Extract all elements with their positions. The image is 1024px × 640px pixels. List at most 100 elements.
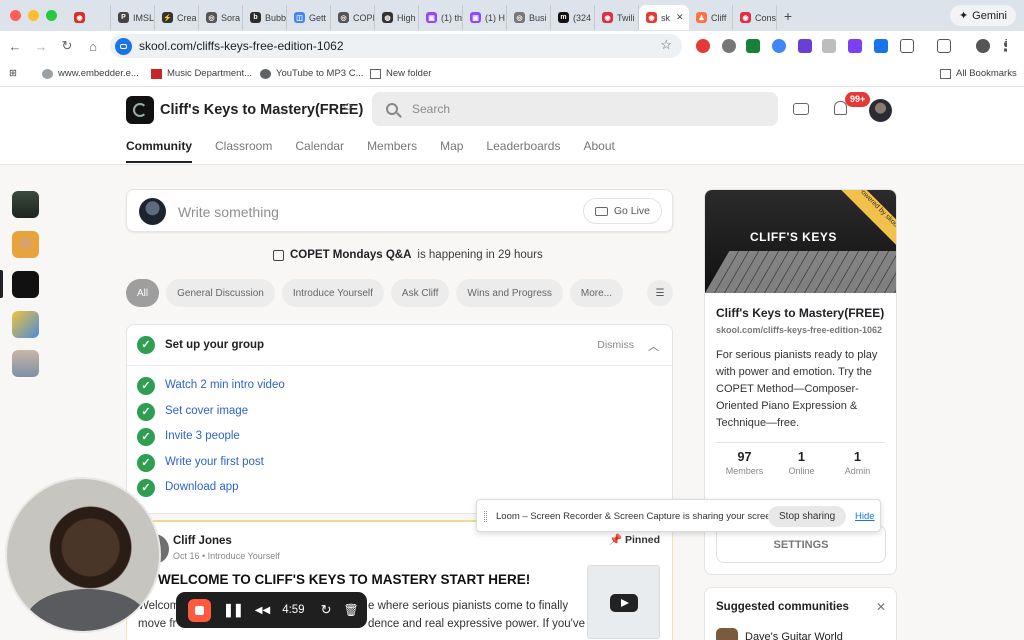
community-avatar[interactable] xyxy=(12,350,39,377)
extension-icon[interactable] xyxy=(722,39,736,53)
trash-icon[interactable]: 🗑 xyxy=(343,603,358,617)
filter-introduce-yourself[interactable]: Introduce Yourself xyxy=(281,279,384,307)
site-info-icon[interactable] xyxy=(115,37,132,55)
filter-all[interactable]: All xyxy=(126,279,160,307)
composer-placeholder[interactable]: Write something xyxy=(178,204,279,220)
bookmark-item[interactable]: Music Department... xyxy=(151,68,252,79)
task-set-cover-image[interactable]: Set cover image xyxy=(165,405,248,417)
browser-tab[interactable]: ◎ Busi xyxy=(507,5,551,30)
rewind-icon[interactable]: ◀◀ xyxy=(255,605,270,616)
task-write-first-post[interactable]: Write your first post xyxy=(165,456,264,468)
gemini-button[interactable]: ✦ Gemini xyxy=(949,5,1016,26)
browser-tab[interactable]: ◎ Sora xyxy=(199,5,243,30)
post-author[interactable]: Cliff Jones xyxy=(173,535,232,547)
browser-tab[interactable]: ♟ Cliff xyxy=(689,5,733,30)
browser-tab[interactable]: ⚡ Crea xyxy=(155,5,199,30)
extension-icon[interactable] xyxy=(798,39,812,53)
browser-tab[interactable]: ◉ Cons xyxy=(733,5,777,30)
stat-admin[interactable]: 1 Admin xyxy=(830,450,885,476)
url-text[interactable]: skool.com/cliffs-keys-free-edition-1062 xyxy=(139,39,344,53)
reload-icon[interactable]: ↻ xyxy=(56,38,78,54)
side-panel-icon[interactable] xyxy=(937,39,951,53)
event-name[interactable]: COPET Mondays Q&A xyxy=(290,249,411,261)
tab-calendar[interactable]: Calendar xyxy=(295,139,344,153)
extension-icon[interactable] xyxy=(772,39,786,53)
close-window-button[interactable] xyxy=(10,10,21,21)
profile-avatar[interactable] xyxy=(976,39,990,53)
apps-icon[interactable]: ⊞ xyxy=(9,68,17,79)
browser-tab[interactable]: ◍ High xyxy=(375,5,419,30)
bookmark-star-icon[interactable]: ☆ xyxy=(660,37,672,53)
browser-tab[interactable]: ▣ (1) H xyxy=(463,5,507,30)
zoom-window-button[interactable] xyxy=(46,10,57,21)
group-logo[interactable] xyxy=(126,96,154,124)
bookmark-item[interactable]: www.embedder.e... xyxy=(42,68,139,79)
video-thumbnail[interactable] xyxy=(587,565,660,639)
community-avatar[interactable] xyxy=(12,311,39,338)
tab-leaderboards[interactable]: Leaderboards xyxy=(486,139,560,153)
browser-tab[interactable]: ◉ xyxy=(67,5,111,30)
tab-about[interactable]: About xyxy=(583,139,614,153)
back-icon[interactable]: ← xyxy=(4,39,26,54)
browser-tab[interactable]: ▣ (1) th xyxy=(419,5,463,30)
bookmark-folder[interactable]: New folder xyxy=(370,68,431,79)
restart-icon[interactable]: ↻ xyxy=(321,602,332,618)
extension-icon[interactable] xyxy=(848,39,862,53)
hide-button[interactable]: Hide xyxy=(855,511,875,522)
pause-icon[interactable]: ❚❚ xyxy=(223,602,244,618)
forward-icon[interactable]: → xyxy=(30,39,52,54)
filter-ask-cliff[interactable]: Ask Cliff xyxy=(390,279,450,307)
tab-map[interactable]: Map xyxy=(440,139,463,153)
tab-classroom[interactable]: Classroom xyxy=(215,139,272,153)
browser-tab[interactable]: ◫ Gett xyxy=(287,5,331,30)
extension-icon[interactable] xyxy=(874,39,888,53)
event-banner[interactable]: COPET Mondays Q&A is happening in 29 hou… xyxy=(273,249,543,261)
home-icon[interactable]: ⌂ xyxy=(82,39,104,54)
filter-general-discussion[interactable]: General Discussion xyxy=(166,279,275,307)
filter-wins-and-progress[interactable]: Wins and Progress xyxy=(456,279,563,307)
extension-icon[interactable] xyxy=(746,39,760,53)
stat-online[interactable]: 1 Online xyxy=(774,450,829,476)
stop-sharing-button[interactable]: Stop sharing xyxy=(768,506,847,527)
post-composer[interactable]: Write something Go Live xyxy=(126,189,673,232)
browser-tab[interactable]: ◎ COPI xyxy=(331,5,375,30)
filter-more[interactable]: More... xyxy=(569,279,624,307)
task-watch-intro-video[interactable]: Watch 2 min intro video xyxy=(165,379,285,391)
powered-by-ribbon[interactable]: Powered by skool xyxy=(836,190,896,250)
menu-icon[interactable] xyxy=(1004,39,1008,53)
task-download-app[interactable]: Download app xyxy=(165,481,239,493)
minimize-window-button[interactable] xyxy=(28,10,39,21)
webcam-bubble[interactable] xyxy=(5,477,161,633)
go-live-button[interactable]: Go Live xyxy=(582,198,662,224)
about-group-url[interactable]: skool.com/cliffs-keys-free-edition-1062 xyxy=(716,325,882,335)
all-bookmarks[interactable]: All Bookmarks xyxy=(940,68,1017,79)
tab-members[interactable]: Members xyxy=(367,139,417,153)
browser-tab[interactable]: ◉ Twili xyxy=(595,5,639,30)
post-title[interactable]: WELCOME TO CLIFF'S KEYS TO MASTERY START… xyxy=(158,572,530,587)
search-input[interactable]: Search xyxy=(372,92,778,126)
browser-tab[interactable]: P IMSL xyxy=(111,5,155,30)
suggested-community-name[interactable]: Dave's Guitar World xyxy=(745,631,843,640)
community-avatar-active[interactable] xyxy=(12,271,39,298)
browser-tab[interactable]: m (324 xyxy=(551,5,595,30)
group-switcher-chevron-icon[interactable]: ︿ ﹀ xyxy=(343,99,353,118)
browser-tab-active[interactable]: ◉ sk ✕ xyxy=(639,5,689,30)
collapse-chevron-icon[interactable]: ︿ xyxy=(648,338,659,354)
close-icon[interactable]: ✕ xyxy=(876,600,886,614)
community-avatar[interactable] xyxy=(716,628,738,640)
user-avatar[interactable] xyxy=(869,99,892,122)
extensions-puzzle-icon[interactable] xyxy=(900,39,914,53)
dismiss-button[interactable]: Dismiss xyxy=(597,339,634,351)
new-tab-button[interactable]: + xyxy=(777,8,799,24)
bookmark-item[interactable]: YouTube to MP3 C... xyxy=(260,68,364,79)
tab-community[interactable]: Community xyxy=(126,139,192,163)
close-tab-icon[interactable]: ✕ xyxy=(676,12,684,23)
extension-icon[interactable] xyxy=(696,39,710,53)
drag-handle[interactable] xyxy=(484,511,487,522)
task-invite-people[interactable]: Invite 3 people xyxy=(165,430,240,442)
extension-icon[interactable] xyxy=(822,39,836,53)
community-avatar[interactable] xyxy=(12,191,39,218)
browser-tab[interactable]: b Bubb xyxy=(243,5,287,30)
stop-recording-button[interactable] xyxy=(188,598,211,622)
community-avatar[interactable] xyxy=(12,231,39,258)
